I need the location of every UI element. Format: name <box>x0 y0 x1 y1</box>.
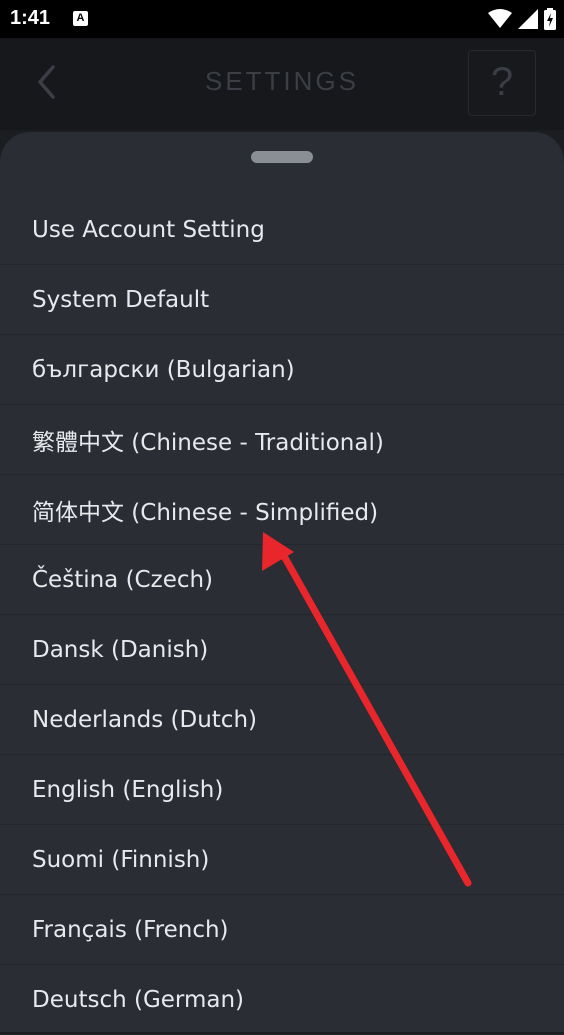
language-option-bulgarian[interactable]: български (Bulgarian) <box>0 335 564 405</box>
language-option-chinese-traditional[interactable]: 繁體中文 (Chinese - Traditional) <box>0 405 564 475</box>
battery-charging-icon <box>544 8 556 30</box>
language-option-chinese-simplified[interactable]: 简体中文 (Chinese - Simplified) <box>0 475 564 545</box>
language-option-english[interactable]: English (English) <box>0 755 564 825</box>
language-option-german[interactable]: Deutsch (German) <box>0 965 564 1035</box>
language-list: Use Account Setting System Default бълга… <box>0 195 564 1035</box>
status-time: 1:41 <box>10 7 51 29</box>
language-option-system-default[interactable]: System Default <box>0 265 564 335</box>
wifi-icon <box>488 9 512 28</box>
language-option-french[interactable]: Français (French) <box>0 895 564 965</box>
help-button[interactable]: ? <box>468 50 536 116</box>
language-option-danish[interactable]: Dansk (Danish) <box>0 615 564 685</box>
status-bar: 1:41 A <box>0 0 564 38</box>
language-option-account-setting[interactable]: Use Account Setting <box>0 195 564 265</box>
language-option-czech[interactable]: Čeština (Czech) <box>0 545 564 615</box>
language-option-finnish[interactable]: Suomi (Finnish) <box>0 825 564 895</box>
sheet-drag-handle[interactable] <box>251 151 313 163</box>
notification-a-icon: A <box>73 11 88 26</box>
status-icons <box>488 8 556 30</box>
language-bottom-sheet: Use Account Setting System Default бълга… <box>0 132 564 1035</box>
signal-icon <box>518 9 538 29</box>
app-header: SETTINGS ? <box>0 38 564 130</box>
language-option-dutch[interactable]: Nederlands (Dutch) <box>0 685 564 755</box>
